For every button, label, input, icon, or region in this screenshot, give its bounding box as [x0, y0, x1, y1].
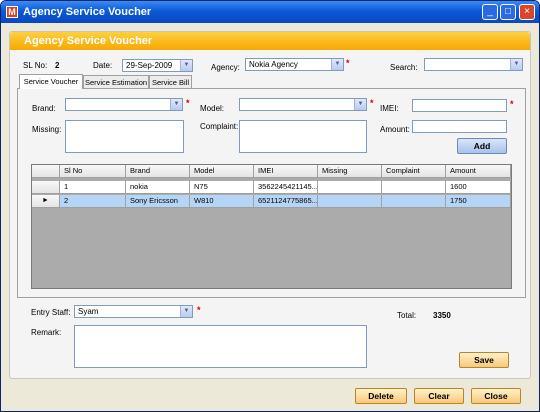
imei-input[interactable]	[412, 99, 507, 112]
delete-button[interactable]: Delete	[355, 388, 407, 404]
total-value: 3350	[433, 311, 451, 320]
cell-imei[interactable]: 3562245421145...	[254, 181, 318, 194]
tab-service-estimation[interactable]: Service Estimation	[83, 75, 149, 89]
cell-amount[interactable]: 1750	[446, 195, 511, 208]
row-header-corner	[32, 165, 60, 178]
remark-label: Remark:	[31, 328, 62, 337]
column-header-complaint[interactable]: Complaint	[382, 165, 446, 178]
column-header-missing[interactable]: Missing	[318, 165, 382, 178]
minimize-button[interactable]: _	[482, 4, 498, 20]
column-header-slno[interactable]: Sl No	[60, 165, 126, 178]
chevron-down-icon[interactable]: ▼	[354, 99, 366, 110]
cell-complaint[interactable]	[382, 195, 446, 208]
chevron-down-icon[interactable]: ▼	[180, 60, 192, 71]
cell-amount[interactable]: 1600	[446, 181, 511, 194]
column-header-imei[interactable]: IMEI	[254, 165, 318, 178]
date-label: Date:	[93, 61, 113, 70]
cell-imei[interactable]: 6521124775865...	[254, 195, 318, 208]
header-banner: Agency Service Voucher	[10, 32, 530, 50]
agency-required-mark: *	[346, 58, 350, 68]
chevron-down-icon[interactable]: ▼	[510, 59, 522, 70]
slno-value: 2	[55, 61, 60, 70]
save-button[interactable]: Save	[459, 352, 509, 368]
amount-input[interactable]	[412, 120, 507, 133]
agency-label: Agency:	[211, 63, 240, 72]
brand-required-mark: *	[186, 98, 190, 108]
cell-brand[interactable]: nokia	[126, 181, 190, 194]
column-header-amount[interactable]: Amount	[446, 165, 511, 178]
cell-slno[interactable]: 2	[60, 195, 126, 208]
column-header-brand[interactable]: Brand	[126, 165, 190, 178]
cell-brand[interactable]: Sony Ericsson	[126, 195, 190, 208]
amount-label: Amount:	[380, 125, 410, 134]
imei-required-mark: *	[510, 99, 514, 109]
chevron-down-icon[interactable]: ▼	[331, 59, 343, 70]
tab-service-voucher[interactable]: Service Voucher	[19, 74, 83, 89]
model-dropdown[interactable]: ▼	[239, 98, 367, 111]
imei-label: IMEI:	[380, 104, 399, 113]
agency-dropdown[interactable]: Nokia Agency ▼	[245, 58, 344, 71]
agency-value: Nokia Agency	[249, 60, 298, 69]
missing-textarea[interactable]	[65, 120, 184, 153]
missing-label: Missing:	[32, 125, 62, 134]
table-row-selected[interactable]: ► 2 Sony Ericsson W810 6521124775865... …	[32, 195, 511, 208]
close-window-button[interactable]: ×	[519, 4, 535, 20]
maximize-button[interactable]: □	[500, 4, 516, 20]
add-button[interactable]: Add	[457, 138, 507, 154]
chevron-down-icon[interactable]: ▼	[170, 99, 182, 110]
items-grid: Sl No Brand Model IMEI Missing Complaint…	[31, 164, 512, 289]
cell-complaint[interactable]	[382, 181, 446, 194]
app-icon: M	[6, 6, 18, 18]
date-value: 29-Sep-2009	[126, 61, 173, 70]
clear-button[interactable]: Clear	[414, 388, 464, 404]
entry-staff-required-mark: *	[197, 305, 201, 315]
cell-missing[interactable]	[318, 195, 382, 208]
title-bar[interactable]: M Agency Service Voucher _ □ ×	[1, 1, 539, 23]
total-label: Total:	[397, 311, 417, 320]
remark-textarea[interactable]	[74, 325, 367, 368]
row-header[interactable]	[32, 181, 60, 194]
entry-staff-label: Entry Staff:	[31, 308, 71, 317]
chevron-down-icon[interactable]: ▼	[180, 306, 192, 317]
slno-label: SL No:	[23, 61, 48, 70]
window-title: Agency Service Voucher	[23, 6, 152, 18]
app-window: M Agency Service Voucher _ □ × Agency Se…	[0, 0, 540, 412]
date-picker[interactable]: 29-Sep-2009 ▼	[122, 59, 193, 72]
brand-label: Brand:	[32, 104, 56, 113]
search-dropdown[interactable]: ▼	[424, 58, 523, 71]
entry-staff-value: Syam	[78, 307, 99, 316]
tab-service-bill[interactable]: Service Bill	[149, 75, 192, 89]
complaint-label: Complaint:	[200, 122, 239, 131]
model-label: Model:	[200, 104, 225, 113]
cell-slno[interactable]: 1	[60, 181, 126, 194]
banner-title: Agency Service Voucher	[24, 35, 153, 47]
current-row-arrow-icon[interactable]: ►	[32, 195, 60, 208]
table-header-row: Sl No Brand Model IMEI Missing Complaint…	[32, 165, 511, 178]
column-header-model[interactable]: Model	[190, 165, 254, 178]
cell-missing[interactable]	[318, 181, 382, 194]
model-required-mark: *	[370, 98, 374, 108]
cell-model[interactable]: N75	[190, 181, 254, 194]
entry-staff-dropdown[interactable]: Syam ▼	[74, 305, 193, 318]
close-button[interactable]: Close	[471, 388, 521, 404]
search-label: Search:	[390, 63, 418, 72]
brand-dropdown[interactable]: ▼	[65, 98, 183, 111]
cell-model[interactable]: W810	[190, 195, 254, 208]
complaint-textarea[interactable]	[239, 120, 367, 153]
table-row[interactable]: 1 nokia N75 3562245421145... 1600	[32, 181, 511, 194]
